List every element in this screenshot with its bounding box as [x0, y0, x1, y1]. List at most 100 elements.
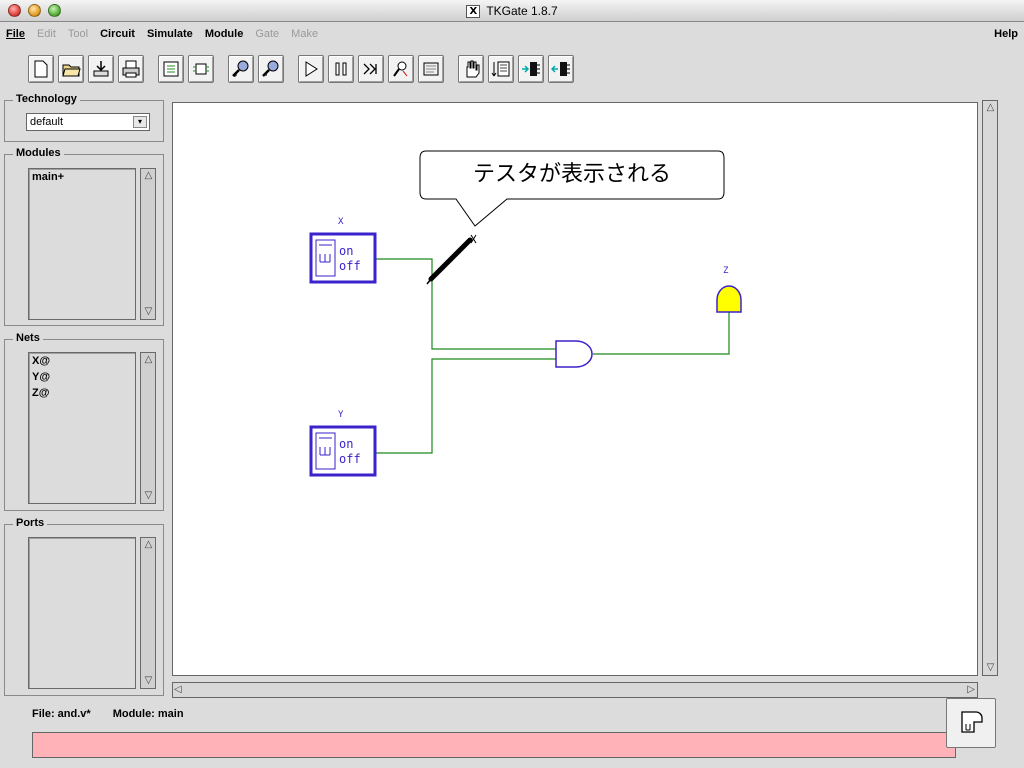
list-item[interactable]: main+ [29, 169, 135, 185]
open-folder-icon [62, 64, 81, 77]
close-window-button[interactable] [8, 4, 21, 17]
save-button[interactable] [88, 55, 114, 83]
led-z[interactable] [716, 285, 742, 313]
zoom-out-button[interactable] [258, 55, 284, 83]
pin-in-button[interactable] [518, 55, 544, 83]
nets-scrollbar[interactable]: △ ▽ [140, 352, 156, 504]
scroll-down-icon[interactable]: ▽ [142, 489, 155, 503]
canvas-horizontal-scrollbar[interactable]: ◁ ▷ [172, 682, 978, 698]
status-file: File: and.v* [32, 708, 91, 720]
error-message-bar [32, 732, 956, 758]
menu-module[interactable]: Module [205, 28, 244, 40]
module-open-icon [193, 63, 209, 75]
wire-y[interactable] [376, 358, 556, 454]
main-window: File Edit Tool Circuit Simulate Module G… [0, 22, 1024, 768]
step-button[interactable] [358, 55, 384, 83]
list-item[interactable]: Y@ [29, 369, 135, 385]
status-module: Module: main [112, 708, 184, 720]
play-icon [305, 61, 318, 77]
module-open-button[interactable] [188, 55, 214, 83]
scroll-left-icon[interactable]: ◁ [174, 683, 182, 697]
simulator-control-button[interactable] [946, 698, 996, 748]
menu-simulate[interactable]: Simulate [147, 28, 193, 40]
ports-list[interactable] [28, 537, 136, 689]
hand-icon [466, 60, 480, 78]
scroll-up-icon[interactable]: △ [142, 538, 155, 552]
menu-make[interactable]: Make [291, 28, 318, 40]
new-file-button[interactable] [28, 55, 54, 83]
menu-help[interactable]: Help [994, 28, 1018, 40]
nets-list[interactable]: X@ Y@ Z@ [28, 352, 136, 504]
callout-bubble: テスタが表示される [419, 150, 725, 227]
nets-title: Nets [13, 332, 43, 344]
switch-y-on-label: on [339, 437, 353, 451]
module-tree-button[interactable] [158, 55, 184, 83]
io-button[interactable] [488, 55, 514, 83]
pause-button[interactable] [328, 55, 354, 83]
canvas-vertical-scrollbar[interactable]: △ ▽ [982, 100, 998, 676]
pin-out-icon [551, 62, 570, 76]
scroll-down-icon[interactable]: ▽ [984, 661, 997, 675]
menu-file[interactable]: File [6, 28, 25, 40]
open-button[interactable] [58, 55, 84, 83]
save-icon [93, 61, 109, 77]
script-button[interactable] [418, 55, 444, 83]
modules-title: Modules [13, 147, 64, 159]
hand-tool-button[interactable] [458, 55, 484, 83]
print-button[interactable] [118, 55, 144, 83]
menu-gate[interactable]: Gate [255, 28, 279, 40]
pin-out-button[interactable] [548, 55, 574, 83]
switch-y-off-label: off [339, 452, 361, 466]
wires [376, 258, 730, 454]
circuit-canvas[interactable]: X on off Y on off Z テスタが表示される [172, 102, 978, 676]
zoom-window-button[interactable] [48, 4, 61, 17]
wire-z[interactable] [593, 312, 730, 355]
wire-x[interactable] [376, 258, 556, 350]
window-title: TKGate 1.8.7 [486, 4, 558, 18]
simulate-start-button[interactable] [298, 55, 324, 83]
and-gate[interactable] [555, 340, 593, 368]
switch-x-label: X [338, 217, 344, 227]
print-icon [122, 60, 140, 78]
technology-select[interactable]: default ▾ [26, 113, 150, 131]
switch-x-off-label: off [339, 259, 361, 273]
title-bar: X TKGate 1.8.7 [0, 0, 1024, 22]
circuit-diagram: X on off Y on off Z テスタが表示される [309, 150, 742, 477]
list-item[interactable]: X@ [29, 353, 135, 369]
minimize-window-button[interactable] [28, 4, 41, 17]
scroll-up-icon[interactable]: △ [142, 353, 155, 367]
step-icon [363, 63, 377, 75]
switch-y-label: Y [338, 410, 344, 420]
zoom-out-icon [262, 60, 279, 77]
io-icon [491, 61, 510, 77]
tester-probe-icon[interactable] [426, 234, 477, 285]
scroll-up-icon[interactable]: △ [142, 169, 155, 183]
menu-bar: File Edit Tool Circuit Simulate Module G… [0, 22, 1024, 46]
probe-icon [393, 61, 408, 77]
scroll-right-icon[interactable]: ▷ [967, 683, 975, 697]
callout-text: テスタが表示される [473, 162, 671, 187]
switch-y[interactable]: on off [309, 425, 377, 477]
modules-list[interactable]: main+ [28, 168, 136, 320]
modules-scrollbar[interactable]: △ ▽ [140, 168, 156, 320]
list-item[interactable]: Z@ [29, 385, 135, 401]
scroll-down-icon[interactable]: ▽ [142, 674, 155, 688]
menu-edit[interactable]: Edit [37, 28, 56, 40]
menu-circuit[interactable]: Circuit [100, 28, 135, 40]
technology-title: Technology [13, 93, 80, 105]
switch-x[interactable]: on off [309, 232, 377, 284]
module-tree-icon [163, 61, 179, 77]
ports-scrollbar[interactable]: △ ▽ [140, 537, 156, 689]
probe-button[interactable] [388, 55, 414, 83]
scroll-up-icon[interactable]: △ [984, 101, 997, 115]
menu-tool[interactable]: Tool [68, 28, 88, 40]
simulator-icon [961, 711, 983, 733]
zoom-in-button[interactable] [228, 55, 254, 83]
switch-x-on-label: on [339, 244, 353, 258]
new-file-icon [34, 60, 48, 78]
scroll-down-icon[interactable]: ▽ [142, 305, 155, 319]
zoom-in-icon [232, 60, 249, 77]
status-line: File: and.v* Module: main [32, 708, 184, 720]
chevron-down-icon[interactable]: ▾ [133, 116, 147, 128]
ports-title: Ports [13, 517, 48, 529]
